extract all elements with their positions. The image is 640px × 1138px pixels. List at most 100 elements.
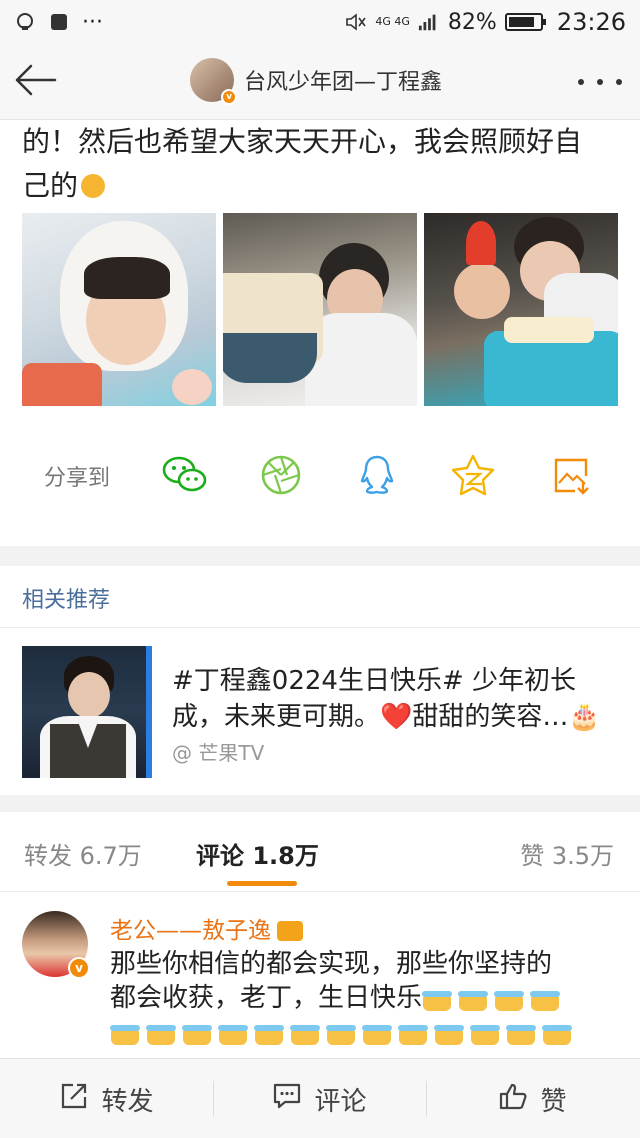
repost-icon xyxy=(59,1081,89,1118)
post-line: 己的 xyxy=(22,164,622,206)
page-title: 台风少年团—丁程鑫 xyxy=(244,70,443,95)
verified-badge-icon: v xyxy=(221,89,237,105)
save-image-icon[interactable] xyxy=(548,452,594,498)
status-bar: ··· 4G 4G 82% 23:26 xyxy=(0,0,640,44)
cake-emoji-icon xyxy=(542,1017,572,1045)
wechat-icon[interactable] xyxy=(162,452,208,498)
comment-label: 评论 xyxy=(314,1086,367,1117)
sweater-shape xyxy=(22,363,102,406)
tongue-emoji-icon xyxy=(81,174,106,198)
qq-icon[interactable] xyxy=(354,452,400,498)
bottom-action-bar: 转发 评论 赞 xyxy=(0,1058,640,1138)
tab-repost[interactable]: 转发 6.7万 xyxy=(24,836,142,871)
comment-button[interactable]: 评论 xyxy=(213,1059,426,1138)
related-text: #丁程鑫0224生日快乐# 少年初长 成，未来更可期。❤️甜甜的笑容…🎂 xyxy=(172,663,620,735)
balloon-shape xyxy=(172,369,212,405)
verified-badge-icon: v xyxy=(68,957,90,979)
comment-line: 那些你相信的都会实现，那些你坚持的 xyxy=(110,949,553,979)
photo-3[interactable] xyxy=(424,213,618,406)
photo-2[interactable] xyxy=(223,213,417,406)
cake-emoji-icon xyxy=(422,983,453,1011)
like-label: 赞 xyxy=(540,1086,567,1117)
related-title: 相关推荐 xyxy=(22,588,111,613)
child-face-shape xyxy=(454,263,510,319)
comment-author[interactable]: 老公——敖子逸 xyxy=(110,911,303,945)
comment-item[interactable]: v 老公——敖子逸 那些你相信的都会实现，那些你坚持的 都会收获，老丁，生日快乐 xyxy=(0,893,640,1058)
cake-emoji-icon xyxy=(146,1017,176,1045)
dot xyxy=(597,79,603,85)
cake-emoji-icon xyxy=(254,1017,284,1045)
cake-emoji-icon xyxy=(530,983,561,1011)
comment-icon xyxy=(272,1081,302,1118)
cake-emoji-group xyxy=(422,983,566,1013)
cake-emoji-icon xyxy=(398,1017,428,1045)
comment-text: 那些你相信的都会实现，那些你坚持的 都会收获，老丁，生日快乐 xyxy=(110,947,622,1049)
battery-percent: 82% xyxy=(447,9,497,35)
cake-emoji-icon xyxy=(290,1017,320,1045)
comment-author-name: 老公——敖子逸 xyxy=(110,918,271,944)
cake-top-shape xyxy=(504,317,594,343)
hair-shape xyxy=(84,257,170,299)
notification-icon xyxy=(14,11,36,33)
back-button[interactable] xyxy=(0,44,70,120)
related-thumbnail[interactable] xyxy=(22,646,152,778)
battery-icon xyxy=(504,13,546,31)
photo-1[interactable] xyxy=(22,213,216,406)
dot xyxy=(616,79,622,85)
cake-emoji-icon xyxy=(110,1017,140,1045)
more-button[interactable] xyxy=(578,68,622,96)
cake-emoji-icon xyxy=(458,983,489,1011)
face-shape xyxy=(68,672,110,718)
related-header: 相关推荐 xyxy=(0,566,640,628)
repost-label: 转发 xyxy=(101,1086,154,1117)
share-row: 分享到 xyxy=(0,440,640,510)
app-icon xyxy=(48,11,70,33)
network-label: 4G 4G xyxy=(375,15,410,28)
repost-button[interactable]: 转发 xyxy=(0,1059,213,1138)
related-card[interactable]: #丁程鑫0224生日快乐# 少年初长 成，未来更可期。❤️甜甜的笑容…🎂 @ 芒… xyxy=(0,629,640,795)
more-dots-icon xyxy=(578,79,584,85)
avatar[interactable]: v xyxy=(22,911,90,979)
stage-light-shape xyxy=(146,646,152,778)
nav-profile[interactable]: v 台风少年团—丁程鑫 xyxy=(190,58,443,105)
share-label: 分享到 xyxy=(44,466,111,491)
like-button[interactable]: 赞 xyxy=(426,1059,639,1138)
comment-line-text: 都会收获，老丁，生日快乐 xyxy=(110,983,423,1013)
cake-drip-shape xyxy=(223,333,317,383)
cake-emoji-icon xyxy=(494,983,525,1011)
clock: 23:26 xyxy=(556,8,626,36)
section-divider xyxy=(0,546,640,566)
post-line-text: 己的 xyxy=(22,169,79,202)
more-notifications-icon: ··· xyxy=(82,9,103,35)
related-source: @ 芒果TV xyxy=(172,741,265,765)
crown-badge-icon xyxy=(277,921,303,941)
qzone-icon[interactable] xyxy=(450,452,496,498)
cake-emoji-icon xyxy=(470,1017,500,1045)
interaction-tabs: 转发 6.7万 评论 1.8万 赞 3.5万 xyxy=(0,812,640,892)
cake-emoji-icon xyxy=(326,1017,356,1045)
battery-fill xyxy=(508,17,534,27)
cake-emoji-icon xyxy=(434,1017,464,1045)
cake-emoji-icon xyxy=(218,1017,248,1045)
tab-likes[interactable]: 赞 3.5万 xyxy=(520,836,614,871)
post-text: 的！然后也希望大家天天开心，我会照顾好自 己的 xyxy=(22,120,622,206)
party-hat-shape xyxy=(466,221,496,265)
arrow-left-icon xyxy=(13,64,57,100)
nav-bar: v 台风少年团—丁程鑫 xyxy=(0,44,640,120)
cake-emoji-group xyxy=(110,1015,622,1049)
cake-emoji-icon xyxy=(362,1017,392,1045)
related-line: 成，未来更可期。❤️甜甜的笑容…🎂 xyxy=(172,702,601,732)
section-divider xyxy=(0,795,640,812)
tab-comments[interactable]: 评论 1.8万 xyxy=(196,836,319,871)
cake-emoji-icon xyxy=(506,1017,536,1045)
active-tab-indicator xyxy=(227,881,297,886)
moments-icon[interactable] xyxy=(258,452,304,498)
mute-icon xyxy=(345,11,367,33)
cake-emoji-icon xyxy=(182,1017,212,1045)
related-line: #丁程鑫0224生日快乐# 少年初长 xyxy=(172,666,577,696)
avatar[interactable]: v xyxy=(190,58,237,105)
post-line: 的！然后也希望大家天天开心，我会照顾好自 xyxy=(22,125,583,158)
thumbs-up-icon xyxy=(498,1081,528,1118)
signal-icon xyxy=(418,11,440,33)
photo-grid xyxy=(22,213,618,406)
